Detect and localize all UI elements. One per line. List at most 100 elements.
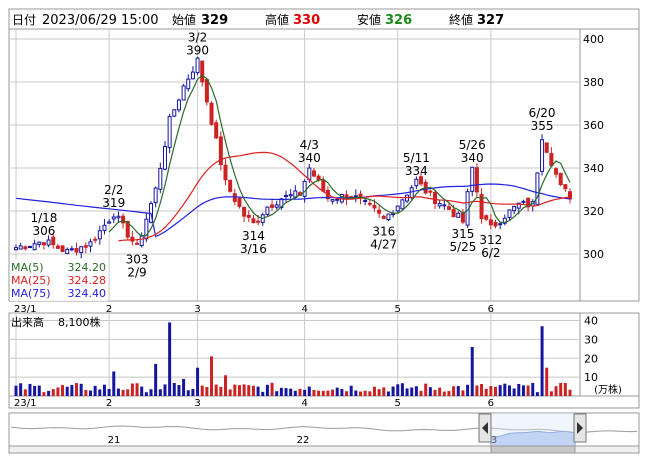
volume-bar [470, 346, 474, 396]
volume-x-tick: 2 [106, 398, 112, 409]
volume-bar [433, 389, 437, 396]
volume-bar [480, 384, 484, 396]
volume-bar [531, 382, 535, 396]
volume-bar [214, 384, 218, 396]
volume-bar [228, 389, 232, 396]
volume-bar [484, 388, 488, 396]
candle [237, 196, 242, 209]
volume-bar [126, 389, 130, 396]
candle [558, 172, 563, 187]
candle [209, 101, 214, 126]
volume-x-tick: 4 [301, 398, 307, 409]
annotation-date: 3/16 [240, 242, 267, 256]
candle [60, 245, 65, 253]
price-annotation: 2/2319 [102, 183, 125, 210]
volume-bar [172, 382, 176, 396]
volume-bar [65, 386, 69, 396]
volume-bar [340, 389, 344, 396]
annotation-value: 312 [479, 233, 502, 247]
open-label: 始値 [172, 12, 196, 27]
volume-bar [289, 388, 293, 396]
volume-bar [28, 383, 32, 396]
volume-y-tick: 30 [584, 333, 598, 346]
volume-bar [144, 392, 148, 396]
legend-value: 324.28 [68, 274, 107, 287]
close-value: 327 [477, 13, 504, 28]
volume-bar [210, 356, 214, 396]
legend-label: MA(25) [11, 274, 51, 287]
volume-bar [414, 386, 418, 396]
volume-x-tick: 5 [395, 398, 401, 409]
volume-bar [223, 375, 227, 396]
stock-chart: 日付 2023/06/29 15:00 始値 329 高値 330 安値 326… [0, 0, 653, 470]
candle [214, 119, 219, 140]
volume-bar [447, 391, 451, 396]
volume-bar [256, 386, 260, 396]
price-y-tick: 360 [583, 119, 604, 132]
volume-bar [461, 390, 465, 396]
annotation-value: 315 [451, 227, 474, 241]
volume-bar [494, 386, 498, 396]
volume-x-tick: 3 [194, 398, 200, 409]
volume-bar [107, 389, 111, 396]
legend-value: 324.20 [68, 261, 107, 274]
volume-bar [237, 385, 241, 396]
candle [400, 198, 405, 210]
volume-bar [42, 392, 46, 396]
volume-bar [37, 385, 41, 396]
navigator-left-handle[interactable] [478, 413, 492, 443]
navigator-label: 21 [108, 435, 121, 446]
navigator-right-handle[interactable] [573, 413, 587, 443]
volume-bar [154, 363, 158, 396]
price-y-tick: 380 [583, 76, 604, 89]
volume-bar [559, 383, 563, 396]
candle [540, 134, 545, 176]
candle [172, 109, 177, 118]
volume-bar [149, 389, 153, 396]
volume-bar [438, 387, 442, 396]
volume-bar [545, 367, 549, 396]
volume-x-tick: 23/1 [14, 398, 36, 409]
volume-bar [475, 385, 479, 396]
volume-bar [549, 391, 553, 396]
price-annotation: 3032/9 [126, 253, 149, 280]
candle [218, 131, 223, 171]
price-y-tick: 400 [583, 33, 604, 46]
price-annotation: 3/2390 [186, 31, 209, 58]
annotation-date: 6/20 [529, 106, 556, 120]
legend-value: 324.40 [68, 287, 107, 300]
volume-bar [535, 392, 539, 396]
volume-bar [526, 385, 530, 396]
volume-bar [312, 389, 316, 396]
volume-bar [466, 384, 470, 396]
annotation-value: 303 [126, 253, 149, 267]
annotation-date: 3/2 [188, 31, 207, 45]
volume-bar [391, 386, 395, 396]
navigator-scrollbar-thumb[interactable] [490, 445, 576, 454]
price-annotation: 1/18306 [30, 211, 57, 238]
annotation-date: 6/2 [481, 246, 500, 260]
volume-y-tick: 40 [584, 315, 598, 328]
volume-x-tick: 6 [488, 398, 494, 409]
volume-bar [303, 389, 307, 396]
volume-bar [205, 386, 209, 396]
open-value: 329 [201, 13, 228, 28]
volume-bar [265, 384, 269, 396]
volume-bar [521, 385, 525, 396]
volume-bar [345, 391, 349, 396]
candle [181, 83, 186, 101]
legend-label: MA(5) [11, 261, 44, 274]
annotation-value: 319 [102, 196, 125, 210]
volume-bar [182, 379, 186, 396]
volume-bar [233, 384, 237, 396]
volume-bar [14, 385, 18, 396]
volume-bar [247, 385, 251, 396]
volume-bar [121, 389, 125, 396]
volume-bar [540, 326, 544, 396]
volume-bar [331, 389, 335, 396]
annotation-date: 1/18 [30, 211, 57, 225]
annotation-date: 5/26 [459, 138, 486, 152]
price-y-tick: 300 [583, 248, 604, 261]
volume-bar [51, 389, 55, 396]
volume-bar [349, 385, 353, 396]
